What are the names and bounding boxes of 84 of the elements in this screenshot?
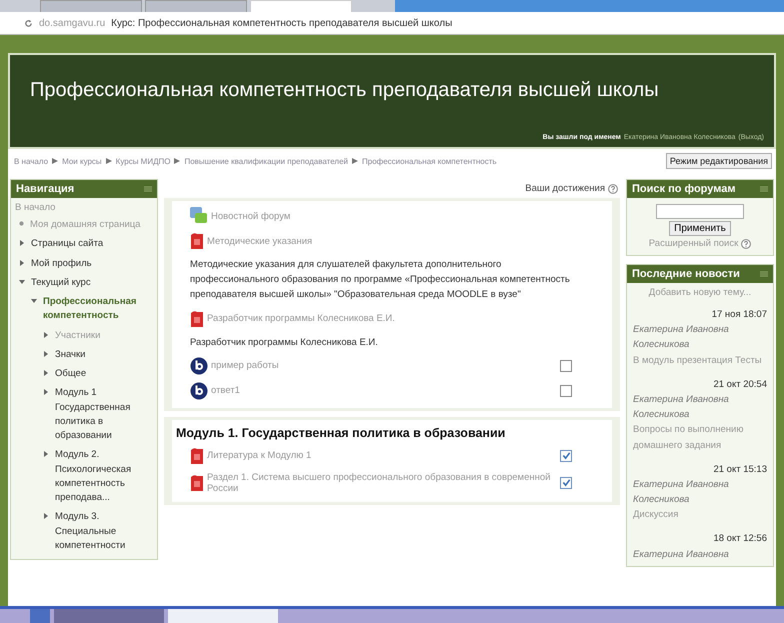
course-title: Профессиональная компетентность преподавателя высшей школы [30,79,660,102]
nav-link[interactable]: В начало [15,202,153,213]
nav-item[interactable]: Участники [55,328,100,343]
collapse-icon[interactable] [144,185,152,193]
bullet-icon [19,221,24,226]
expanded-arrow-icon[interactable] [19,278,25,285]
nav-item[interactable]: Моя домашняя страница [30,218,140,232]
post-link[interactable]: В модуль презентация Тесты [633,352,767,368]
checked-checkbox[interactable] [560,450,572,462]
post-date: 21 окт 20:54 [712,378,767,392]
post-link[interactable]: Вопросы по выполнению домашнего задания [633,422,767,453]
nav-item[interactable]: Модуль 1 Государственная политика в образовании [55,386,153,444]
activity-link[interactable]: пример работы [211,360,279,372]
activity-link[interactable]: Методические указания [207,236,312,246]
collapsed-arrow-icon[interactable] [19,260,25,266]
breadcrumb-link[interactable]: Профессиональная компетентность [362,156,497,166]
document-icon [190,474,204,492]
nav-item[interactable]: Модуль 3. Специальные компетентности [55,510,153,553]
reload-icon[interactable] [24,18,33,28]
edit-mode-button[interactable]: Режим редактирования [666,153,772,169]
collapse-icon[interactable] [760,185,768,193]
nav-item[interactable]: Профессиональная компетентность [43,295,153,324]
separator-icon [106,158,112,164]
breadcrumb-link[interactable]: Мои курсы [62,156,102,166]
collapsed-arrow-icon[interactable] [43,350,49,357]
letter-b-icon [190,356,208,375]
breadcrumb-link[interactable]: Повышение квалификации преподавателей [184,156,348,166]
nav-item[interactable]: Модуль 2. Психологическая компетентность преподава... [55,448,153,506]
separator-icon [352,158,358,164]
nav-item[interactable]: Мой профиль [31,256,92,271]
post-date: 21 окт 15:13 [712,462,767,477]
block-title: Поиск по форумам [632,183,736,195]
add-topic-link[interactable]: Добавить новую тему... [633,287,767,298]
document-icon [190,446,204,465]
post-author: Екатерина Ивановна Колесникова [633,323,730,352]
collapsed-arrow-icon[interactable] [43,389,49,396]
letter-b-icon [190,382,208,400]
achievements-link[interactable]: Ваши достижения [525,183,605,194]
post-date: 17 ноя 18:07 [710,308,767,322]
collapsed-arrow-icon[interactable] [19,240,25,246]
collapsed-arrow-icon[interactable] [43,451,49,458]
separator-icon [52,158,58,164]
nav-item[interactable]: Значки [55,348,86,362]
block-title: Последние новости [632,268,740,280]
forum-icon [190,207,208,225]
apply-button[interactable]: Применить [669,221,731,236]
activity-link[interactable]: Разработчик программы Колесникова Е.И. [207,313,395,324]
collapsed-arrow-icon[interactable] [43,513,49,520]
post-link[interactable]: Дискуссия [633,507,767,522]
post-author: Екатерина Ивановна [633,548,730,562]
section-title: Модуль 1. Государственная политика в образовании [176,426,506,440]
activity-link[interactable]: ответ1 [211,385,240,396]
breadcrumb-link[interactable]: Курсы МИДПО [116,156,170,166]
activity-link[interactable]: Литература к Модулю 1 [207,450,312,462]
collapsed-arrow-icon[interactable] [43,370,49,376]
post-author: Екатерина Ивановна Колесникова [633,478,730,508]
checked-checkbox[interactable] [560,476,572,489]
advanced-search-link[interactable]: Расширенный поиск [648,238,738,249]
document-icon [190,232,204,250]
url-text: do.samgavu.ru [39,18,106,28]
checkbox[interactable] [560,384,572,397]
post-author: Екатерина Ивановна Колесникова [633,392,730,422]
help-icon[interactable] [608,184,618,194]
activity-description: Методические указания для слушателей факультета дополнительного профессионального образования по программе «Профессиональная компетентность преподавателя высшей школы» "Образовательная среда MOODLE в вузе" [190,258,571,302]
page-title: Курс: Профессиональная компетентность преподавателя высшей школы [111,18,452,28]
start-button[interactable] [30,609,50,623]
expanded-arrow-icon[interactable] [31,298,37,304]
nav-item[interactable]: Текущий курс [31,276,91,290]
help-icon[interactable] [741,238,752,248]
activity-link[interactable]: Раздел 1. Система высшего профессионального образования в современной России [207,472,554,494]
separator-icon [174,158,180,164]
block-title: Навигация [16,183,74,195]
nav-item[interactable]: Общее [55,367,86,382]
nav-item[interactable]: Страницы сайта [31,237,104,252]
activity-link[interactable]: Новостной форум [211,210,290,222]
checkbox[interactable] [560,360,572,372]
document-icon [190,310,204,328]
search-field[interactable] [656,204,744,219]
activity-description: Разработчик программы Колесникова Е.И. [190,336,379,350]
address-bar[interactable]: do.samgavu.ru Курс: Профессиональная компетентность преподавателя высшей школы [0,12,784,35]
breadcrumb-link[interactable]: В начало [14,156,48,166]
post-date: 18 окт 12:56 [712,532,767,546]
collapsed-arrow-icon[interactable] [43,332,49,338]
collapse-icon[interactable] [760,270,768,278]
